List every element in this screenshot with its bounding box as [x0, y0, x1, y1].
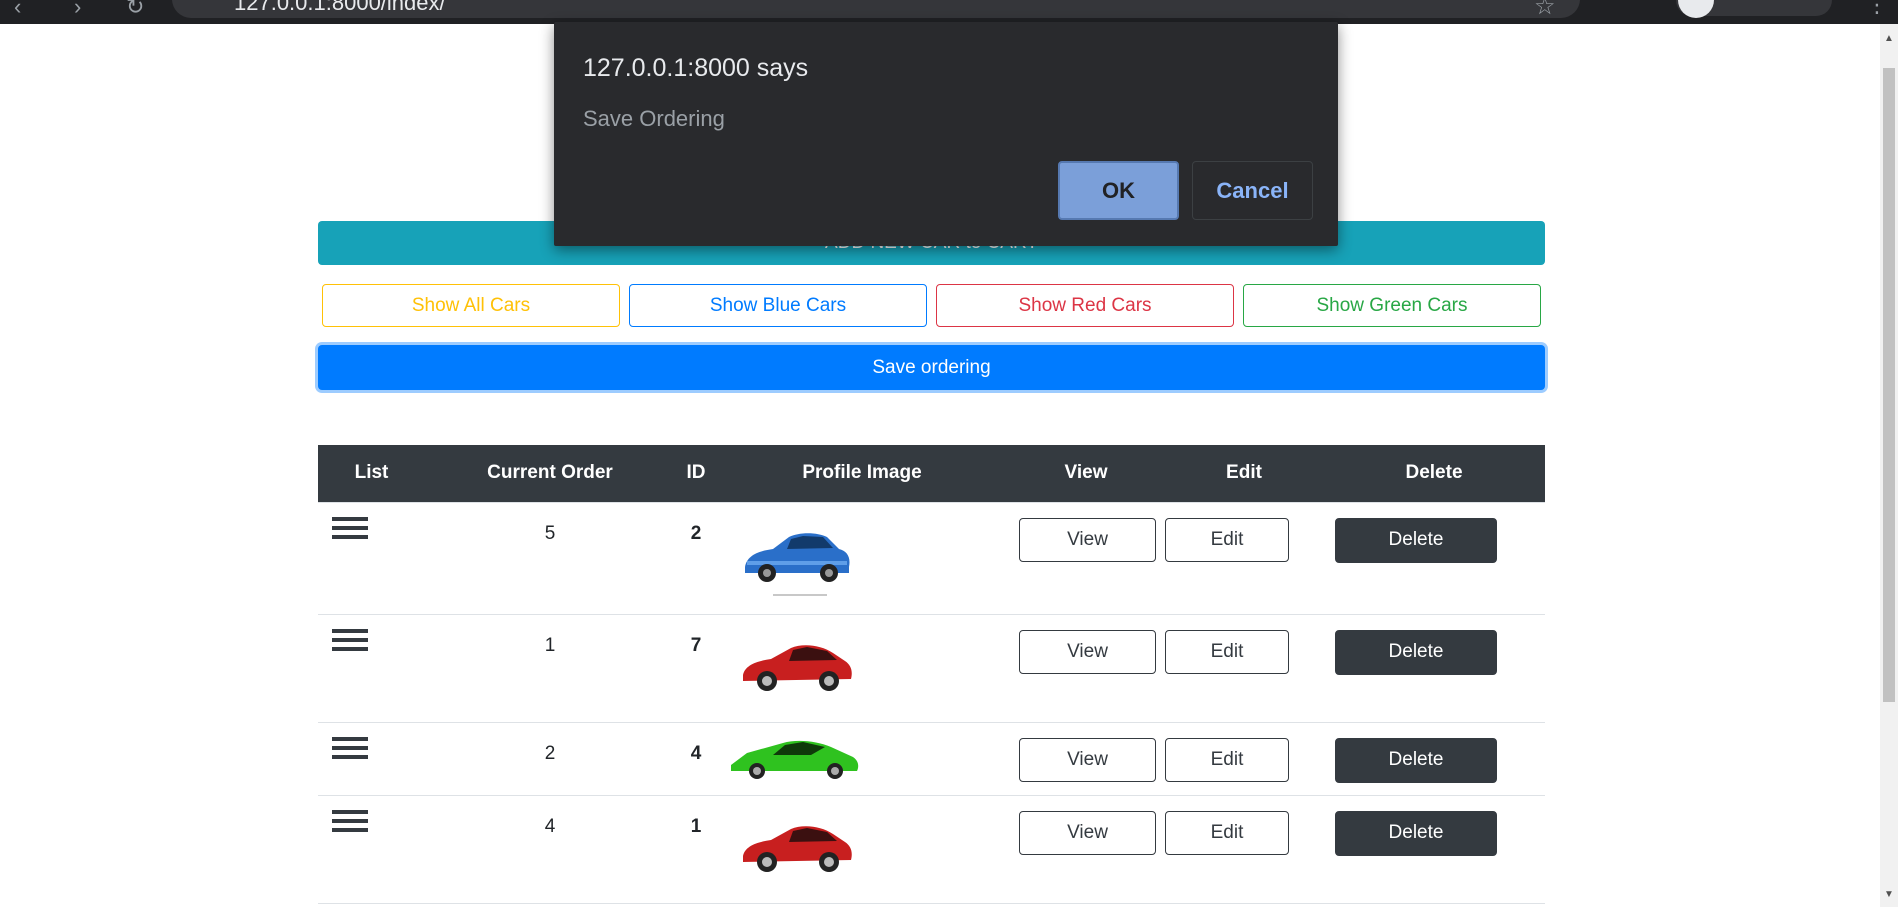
- forward-arrow-icon[interactable]: ›: [74, 0, 81, 20]
- red-car-image: [743, 825, 852, 872]
- current-order-value: 2: [544, 742, 556, 764]
- blue-car-image: [745, 532, 850, 596]
- reload-icon[interactable]: ↻: [126, 0, 144, 20]
- scroll-down-arrow-icon[interactable]: ▼: [1884, 890, 1894, 900]
- current-order-value: 5: [544, 522, 556, 544]
- address-url: 127.0.0.1:8000/index/: [234, 0, 446, 15]
- edit-button[interactable]: Edit: [1165, 810, 1289, 855]
- dialog-message: Save Ordering: [583, 106, 725, 131]
- car-id-value: 7: [690, 634, 702, 656]
- drag-handle-icon[interactable]: [332, 808, 368, 834]
- header-id: ID: [675, 445, 717, 502]
- green-car-image: [731, 740, 859, 779]
- show-all-cars-button[interactable]: Show All Cars: [322, 284, 620, 327]
- save-ordering-button[interactable]: Save ordering: [318, 345, 1545, 390]
- edit-button[interactable]: Edit: [1165, 629, 1289, 674]
- car-id-value: 2: [690, 522, 702, 544]
- show-blue-cars-button[interactable]: Show Blue Cars: [629, 284, 927, 327]
- alert-dialog: 127.0.0.1:8000 says Save Ordering OK Can…: [554, 22, 1338, 246]
- show-green-cars-button[interactable]: Show Green Cars: [1243, 284, 1541, 327]
- table-row: 1 7 View Edit Delete: [318, 613, 1545, 722]
- header-profile-image: Profile Image: [717, 445, 1007, 502]
- car-id-value: 4: [690, 742, 702, 764]
- page-scrollbar[interactable]: ▲ ▼: [1880, 24, 1898, 907]
- show-red-cars-button[interactable]: Show Red Cars: [936, 284, 1234, 327]
- header-view: View: [1007, 445, 1165, 502]
- browser-menu-icon[interactable]: ⋮: [1866, 0, 1888, 18]
- edit-button[interactable]: Edit: [1165, 517, 1289, 562]
- dialog-cancel-button[interactable]: Cancel: [1192, 161, 1313, 220]
- red-car-image: [743, 644, 852, 691]
- drag-handle-icon[interactable]: [332, 627, 368, 653]
- header-current-order: Current Order: [425, 445, 675, 502]
- bookmark-star-icon[interactable]: ☆: [1534, 0, 1556, 21]
- browser-toolbar: ‹ › ↻ 127.0.0.1:8000/index/ ☆ ⋮: [0, 0, 1898, 24]
- delete-button[interactable]: Delete: [1335, 517, 1497, 563]
- delete-button[interactable]: Delete: [1335, 737, 1497, 783]
- dialog-ok-button[interactable]: OK: [1058, 161, 1179, 220]
- scroll-up-arrow-icon[interactable]: ▲: [1884, 34, 1894, 44]
- current-order-value: 1: [544, 634, 556, 656]
- delete-button[interactable]: Delete: [1335, 810, 1497, 856]
- current-order-value: 4: [544, 815, 556, 837]
- drag-handle-icon[interactable]: [332, 515, 368, 541]
- view-button[interactable]: View: [1019, 629, 1156, 674]
- cars-table: List Current Order ID Profile Image View…: [318, 445, 1545, 904]
- table-row: 2 4 View Edit Delete: [318, 721, 1545, 795]
- filter-buttons: Show All Cars Show Blue Cars Show Red Ca…: [322, 284, 1542, 327]
- edit-button[interactable]: Edit: [1165, 737, 1289, 782]
- car-id-value: 1: [690, 815, 702, 837]
- back-arrow-icon[interactable]: ‹: [14, 0, 21, 20]
- table-row: 4 1 View Edit Delete: [318, 794, 1545, 904]
- header-edit: Edit: [1165, 445, 1323, 502]
- table-row: 5 2 View Edit Delete: [318, 501, 1545, 614]
- delete-button[interactable]: Delete: [1335, 629, 1497, 675]
- drag-handle-icon[interactable]: [332, 735, 368, 761]
- view-button[interactable]: View: [1019, 517, 1156, 562]
- view-button[interactable]: View: [1019, 810, 1156, 855]
- view-button[interactable]: View: [1019, 737, 1156, 782]
- scrollbar-thumb[interactable]: [1883, 68, 1895, 702]
- header-list: List: [318, 445, 425, 502]
- table-header-row: List Current Order ID Profile Image View…: [318, 445, 1545, 502]
- header-delete: Delete: [1323, 445, 1545, 502]
- dialog-title: 127.0.0.1:8000 says: [583, 54, 809, 82]
